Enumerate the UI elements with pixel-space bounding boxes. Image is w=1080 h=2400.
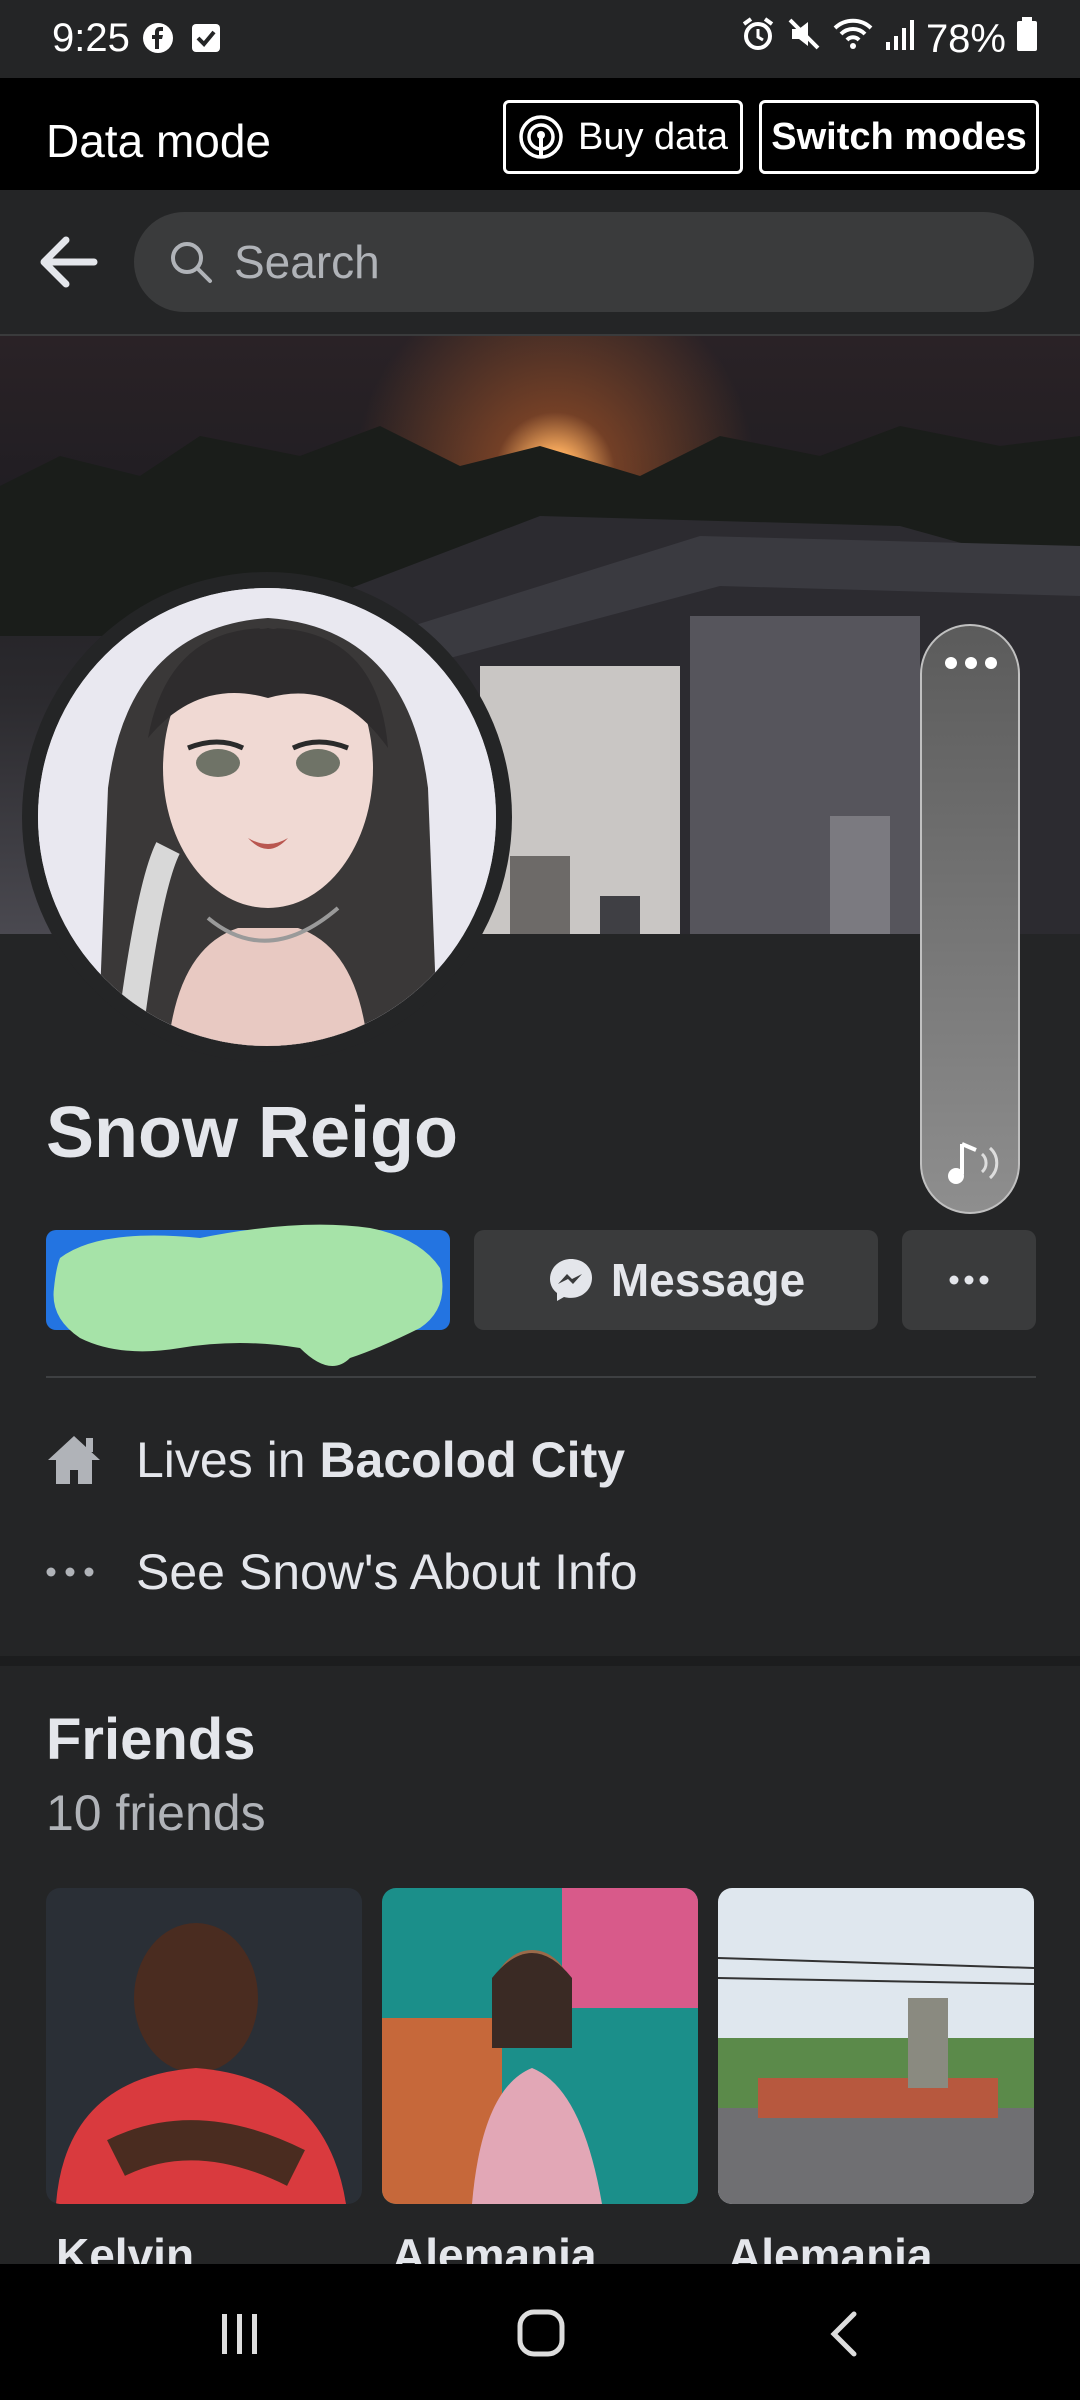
checkbox-notification-icon <box>190 22 222 54</box>
home-button-icon[interactable] <box>516 2308 566 2363</box>
facebook-icon <box>142 22 174 54</box>
friend-photo[interactable] <box>46 1888 362 2204</box>
messenger-icon <box>547 1256 595 1304</box>
more-button[interactable] <box>902 1230 1036 1330</box>
switch-modes-button[interactable]: Switch modes <box>759 100 1039 174</box>
avatar-illustration <box>38 588 496 1046</box>
more-horizontal-icon <box>949 1275 989 1285</box>
wifi-icon <box>832 16 874 62</box>
lives-in-row: Lives in Bacolod City <box>46 1420 625 1500</box>
friends-title: Friends <box>46 1707 256 1772</box>
buy-data-button[interactable]: Buy data <box>503 100 743 174</box>
data-mode-bar: Data mode Buy data Switch modes <box>0 78 1080 190</box>
alarm-icon <box>740 16 776 62</box>
primary-action-button[interactable] <box>46 1224 450 1366</box>
status-bar: 9:25 78% <box>0 0 1080 78</box>
redaction-scribble <box>53 1224 443 1366</box>
search-input[interactable]: Search <box>134 212 1034 312</box>
profile-picture[interactable] <box>38 588 496 1046</box>
recent-apps-icon[interactable] <box>218 2312 262 2361</box>
friend-photo[interactable] <box>382 1888 698 2204</box>
volume-slider[interactable] <box>920 624 1020 1214</box>
search-placeholder: Search <box>234 236 380 288</box>
more-options-icon[interactable] <box>944 656 998 675</box>
more-dots-icon <box>46 1567 136 1577</box>
data-mode-title: Data mode <box>46 115 272 167</box>
signal-icon <box>884 16 916 62</box>
message-label: Message <box>610 1254 806 1306</box>
friend-photo[interactable] <box>718 1888 1034 2204</box>
profile-name: Snow Reigo <box>46 1093 458 1173</box>
search-row: Search <box>0 190 1080 336</box>
divider <box>46 1376 1036 1378</box>
friend-photo-image <box>46 1888 362 2204</box>
battery-icon <box>1016 16 1038 62</box>
switch-modes-label: Switch modes <box>771 115 1027 158</box>
status-right-group: 78% <box>740 16 1038 62</box>
navigation-bar <box>0 2264 1080 2400</box>
lives-in-city[interactable]: Bacolod City <box>319 1431 625 1489</box>
battery-text: 78% <box>925 16 1006 61</box>
buy-data-label: Buy data <box>578 115 728 158</box>
lives-in-prefix: Lives in <box>136 1432 320 1488</box>
about-info-label: See Snow's About Info <box>136 1544 638 1600</box>
message-button[interactable]: Message <box>474 1230 878 1330</box>
music-volume-icon <box>942 1138 1002 1193</box>
back-arrow-icon[interactable] <box>36 232 98 297</box>
about-info-row[interactable]: See Snow's About Info <box>46 1532 638 1612</box>
search-icon <box>168 239 214 285</box>
back-button-icon[interactable] <box>826 2310 860 2363</box>
broadcast-icon <box>518 114 564 160</box>
friend-photo-image <box>382 1888 698 2204</box>
section-separator <box>0 1656 1080 1666</box>
home-icon <box>46 1434 136 1486</box>
mute-icon <box>786 16 822 62</box>
status-time: 9:25 <box>52 16 130 60</box>
friends-count: 10 friends <box>46 1785 266 1841</box>
friend-photo-image <box>718 1888 1034 2204</box>
